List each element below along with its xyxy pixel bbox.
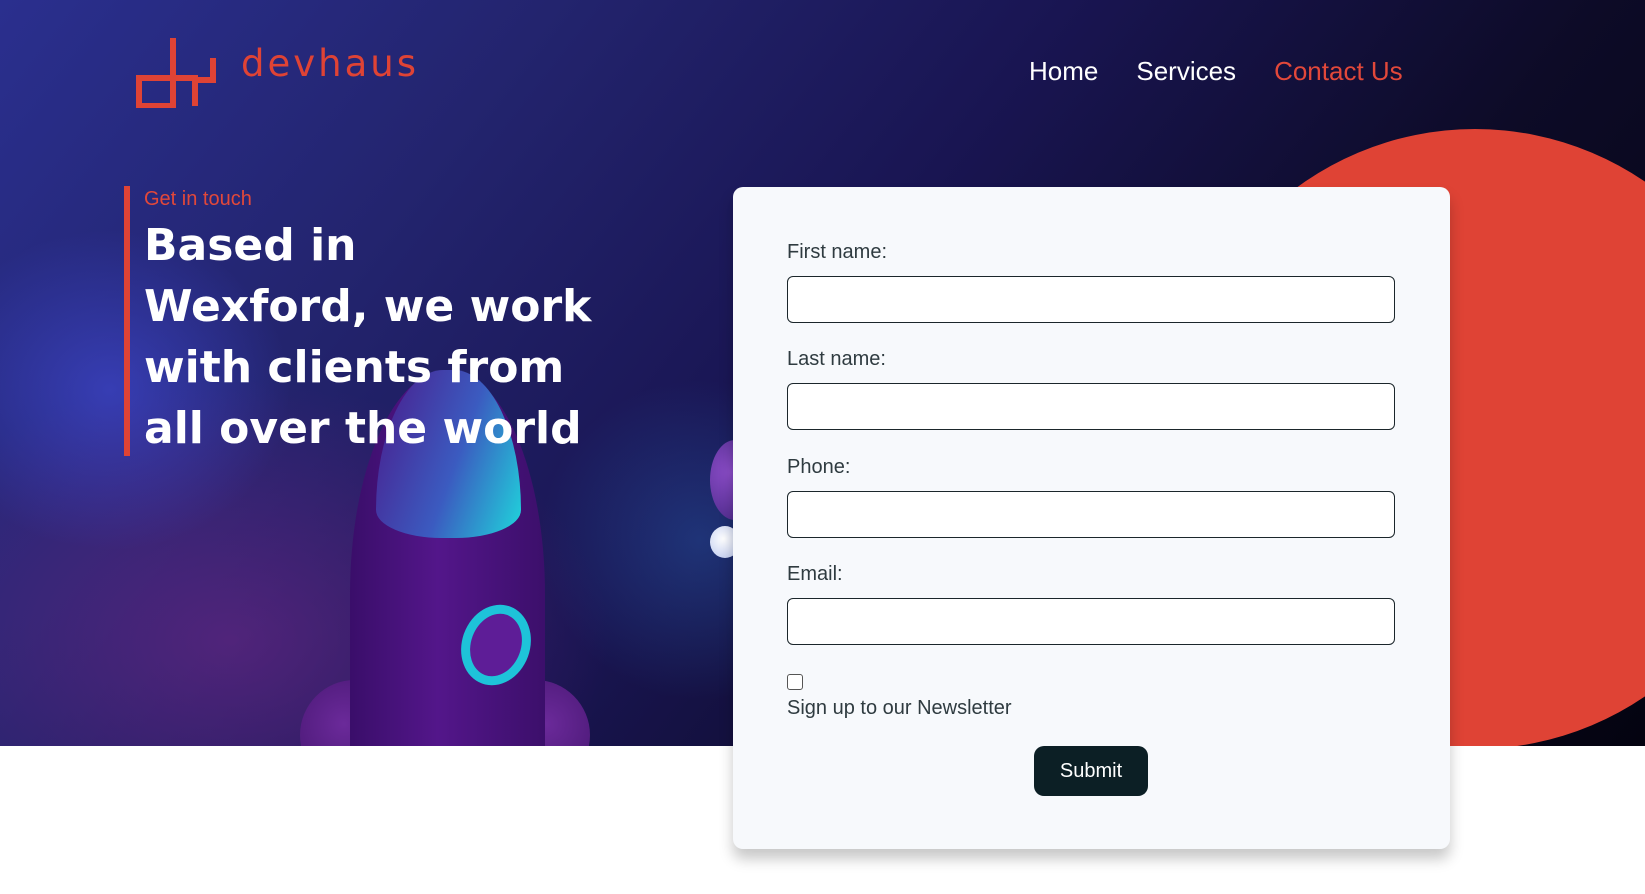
main-nav: Home Services Contact Us xyxy=(1029,56,1403,87)
contact-intro: Get in touch Based in Wexford, we work w… xyxy=(124,186,594,456)
nav-home[interactable]: Home xyxy=(1029,56,1098,87)
devhaus-logo-icon xyxy=(136,38,216,108)
intro-kicker: Get in touch xyxy=(144,188,252,210)
first-name-field[interactable] xyxy=(787,276,1395,323)
first-name-label: First name: xyxy=(787,241,888,263)
nav-contact-us[interactable]: Contact Us xyxy=(1274,56,1403,87)
nav-services[interactable]: Services xyxy=(1136,56,1236,87)
last-name-label: Last name: xyxy=(787,348,886,370)
brand-logo[interactable]: devhaus xyxy=(135,32,419,108)
newsletter-checkbox[interactable] xyxy=(787,674,803,690)
intro-heading: Based in Wexford, we work with clients f… xyxy=(144,220,592,454)
submit-button[interactable]: Submit xyxy=(1034,746,1148,796)
last-name-field[interactable] xyxy=(787,383,1395,430)
phone-field[interactable] xyxy=(787,491,1395,538)
email-field[interactable] xyxy=(787,598,1395,645)
email-label: Email: xyxy=(787,563,843,585)
newsletter-label: Sign up to our Newsletter xyxy=(787,697,1012,719)
phone-label: Phone: xyxy=(787,456,851,478)
contact-form: First name: Last name: Phone: Email: Sig… xyxy=(733,187,1450,849)
brand-name: devhaus xyxy=(241,41,419,85)
